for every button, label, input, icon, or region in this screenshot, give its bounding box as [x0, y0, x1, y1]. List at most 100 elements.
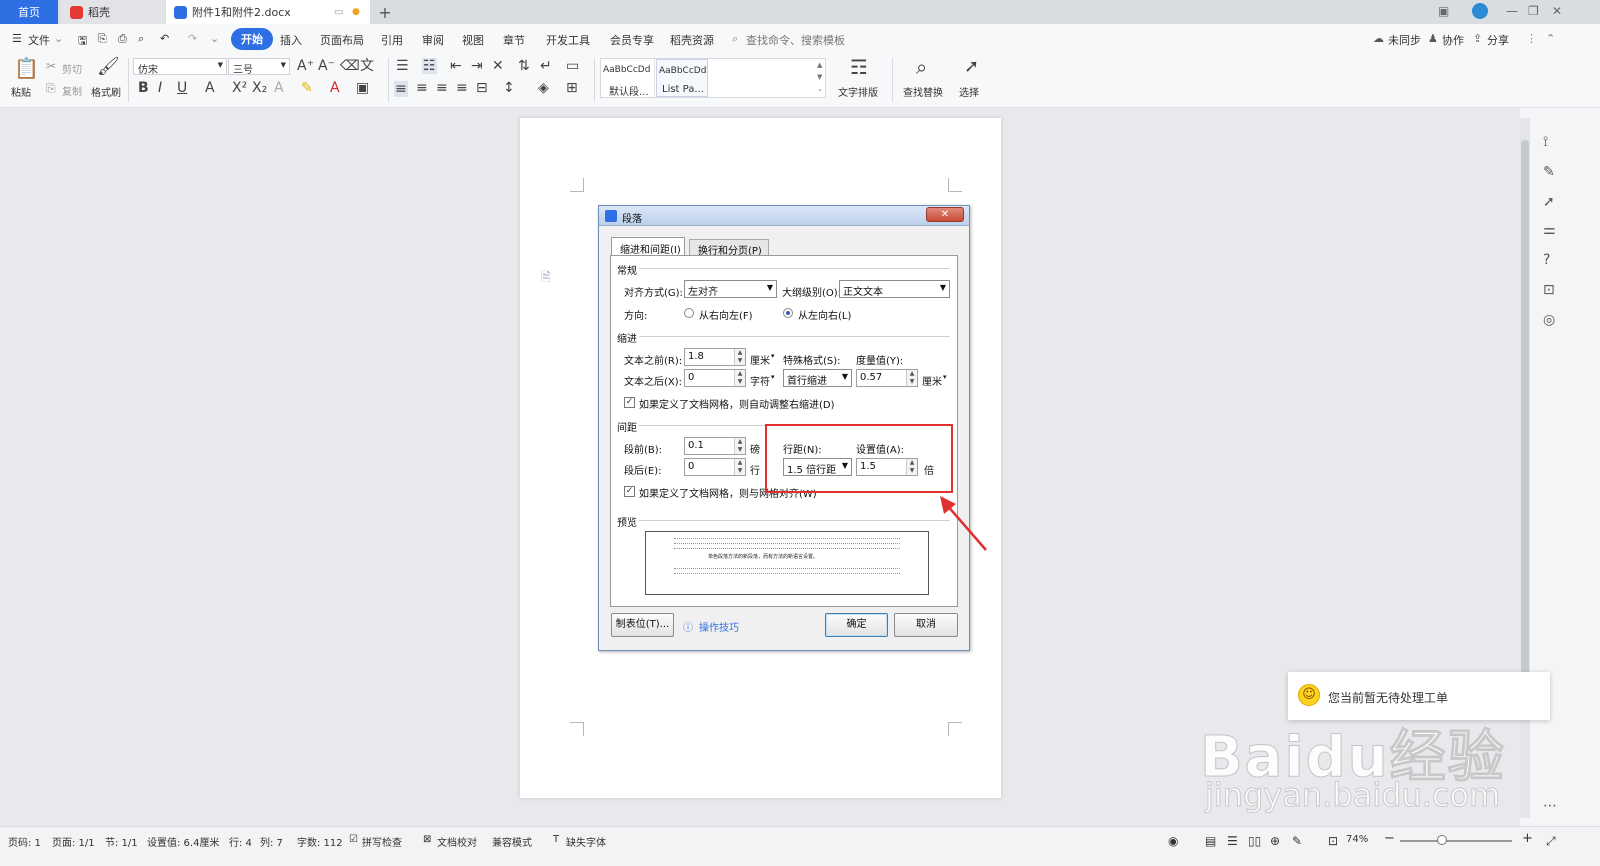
- before-text-input[interactable]: 1.8 ▲ ▼: [684, 348, 746, 366]
- menu-member[interactable]: 会员专享: [610, 32, 654, 48]
- format-painter-icon[interactable]: 🖌: [97, 58, 120, 76]
- sidebar-backup-icon[interactable]: ⊡: [1543, 282, 1555, 298]
- font-color-icon[interactable]: A: [330, 81, 340, 95]
- text-layout-icon[interactable]: ☶: [850, 57, 868, 77]
- zoom-in-icon[interactable]: +: [1522, 831, 1533, 846]
- paste-button[interactable]: 粘贴: [11, 84, 31, 99]
- zoom-out-icon[interactable]: −: [1384, 831, 1395, 846]
- ok-button[interactable]: 确定: [825, 613, 888, 637]
- align-right-icon[interactable]: ≡: [436, 81, 448, 95]
- font-name-select[interactable]: 仿宋 ▼: [133, 58, 227, 76]
- status-pages[interactable]: 页面: 1/1: [52, 834, 95, 849]
- sidebar-pen-icon[interactable]: ✎: [1543, 164, 1555, 180]
- sync-status[interactable]: 未同步: [1388, 32, 1421, 48]
- cut-icon[interactable]: ✂: [46, 59, 56, 73]
- doc-proof-button[interactable]: 文档校对: [437, 834, 477, 849]
- ltr-radio[interactable]: [783, 308, 793, 318]
- read-view-icon[interactable]: ▯▯: [1248, 834, 1261, 848]
- before-text-unit[interactable]: 厘米: [750, 352, 770, 367]
- command-search-input[interactable]: 查找命令、搜索模板: [746, 32, 845, 48]
- menu-reference[interactable]: 引用: [381, 32, 403, 48]
- shrink-font-icon[interactable]: A⁻: [318, 59, 335, 73]
- tabs-button[interactable]: 制表位(T)...: [611, 613, 674, 637]
- print-icon[interactable]: ⎙: [118, 32, 127, 46]
- tab-line-page-break[interactable]: 换行和分页(P): [689, 239, 769, 257]
- decrease-indent-icon[interactable]: ⇤: [450, 59, 462, 73]
- copy-icon[interactable]: ⎘: [46, 81, 56, 95]
- sidebar-location-icon[interactable]: ◎: [1543, 312, 1555, 328]
- status-col[interactable]: 列: 7: [260, 834, 283, 849]
- web-view-icon[interactable]: ⊕: [1270, 834, 1280, 848]
- shading-icon[interactable]: ◈: [538, 81, 549, 95]
- undo-icon[interactable]: ↶: [160, 32, 169, 45]
- justify-icon[interactable]: ≡: [456, 81, 468, 95]
- line-spacing-icon[interactable]: ↕: [503, 81, 515, 95]
- measure-unit[interactable]: 厘米: [922, 373, 942, 388]
- unit-dropdown-icon[interactable]: ▾: [943, 373, 947, 381]
- borders-icon[interactable]: ⊞: [566, 81, 578, 95]
- style-default[interactable]: AaBbCcDd 默认段...: [601, 59, 655, 98]
- before-paragraph-unit[interactable]: 磅: [750, 441, 760, 456]
- zoom-level[interactable]: 74%: [1346, 834, 1368, 845]
- customize-icon[interactable]: ⌄: [210, 32, 219, 45]
- tab-home[interactable]: 首页: [0, 0, 58, 24]
- scrollbar-thumb[interactable]: [1521, 140, 1529, 680]
- redo-icon[interactable]: ↷: [188, 32, 197, 45]
- minimize-icon[interactable]: —: [1506, 4, 1518, 18]
- grow-font-icon[interactable]: A⁺: [297, 59, 314, 73]
- status-section[interactable]: 节: 1/1: [105, 834, 138, 849]
- menu-insert[interactable]: 插入: [280, 32, 302, 48]
- restore-icon[interactable]: ❐: [1528, 4, 1539, 18]
- superscript-icon[interactable]: X²: [232, 81, 247, 95]
- zoom-slider-track[interactable]: [1400, 840, 1512, 842]
- monitor-icon[interactable]: ▭: [334, 7, 343, 18]
- save-icon[interactable]: 🖫: [78, 32, 87, 51]
- spinner-arrows-icon[interactable]: ▲ ▼: [734, 459, 745, 475]
- menu-page-layout[interactable]: 页面布局: [320, 32, 364, 48]
- highlight-icon[interactable]: ✎: [301, 81, 313, 95]
- gallery-more-icon[interactable]: ⌄: [817, 85, 823, 93]
- text-layout-button[interactable]: 文字排版: [838, 84, 878, 99]
- eye-protect-icon[interactable]: ◉: [1168, 834, 1178, 848]
- status-page-number[interactable]: 页码: 1: [8, 834, 41, 849]
- close-window-icon[interactable]: ✕: [1552, 4, 1562, 18]
- show-marks-icon[interactable]: ↵: [540, 59, 552, 73]
- after-text-input[interactable]: 0 ▲ ▼: [684, 369, 746, 387]
- hamburger-icon[interactable]: ☰: [12, 32, 22, 45]
- tab-indent-spacing[interactable]: 缩进和间距(I): [611, 237, 685, 256]
- align-center-icon[interactable]: ≡: [416, 81, 428, 95]
- dialog-close-button[interactable]: ✕: [926, 207, 964, 222]
- tab-daoke[interactable]: 稻壳: [60, 0, 165, 24]
- fullscreen-icon[interactable]: ⤢: [1546, 834, 1556, 849]
- sidebar-cursor-icon[interactable]: ➚: [1543, 194, 1555, 210]
- clear-format-icon[interactable]: ⌫: [340, 59, 360, 73]
- phonetic-icon[interactable]: 文: [360, 59, 374, 73]
- write-view-icon[interactable]: ✎: [1292, 834, 1302, 848]
- outline-view-icon[interactable]: ☰: [1227, 834, 1238, 848]
- strikethrough-icon[interactable]: A: [205, 81, 215, 95]
- paste-icon[interactable]: 📋: [14, 58, 39, 78]
- spell-check-button[interactable]: 拼写检查: [362, 834, 402, 849]
- page-view-icon[interactable]: ▤: [1205, 834, 1216, 848]
- chinese-layout-icon[interactable]: ✕: [492, 59, 504, 73]
- dialog-titlebar[interactable]: 段落 ✕: [599, 206, 969, 226]
- alignment-select[interactable]: 左对齐 ▼: [684, 280, 777, 298]
- after-paragraph-input[interactable]: 0 ▲ ▼: [684, 458, 746, 476]
- user-avatar[interactable]: [1472, 3, 1488, 19]
- find-replace-button[interactable]: 查找替换: [903, 84, 943, 99]
- spinner-arrows-icon[interactable]: ▲ ▼: [734, 370, 745, 386]
- after-paragraph-unit[interactable]: 行: [750, 462, 760, 477]
- more-icon[interactable]: ⋮: [1526, 32, 1537, 45]
- new-tab-button[interactable]: +: [374, 0, 396, 24]
- collab-button[interactable]: 协作: [1442, 32, 1464, 48]
- rtl-radio[interactable]: [684, 308, 694, 318]
- print-preview-icon[interactable]: ⌕: [138, 32, 144, 46]
- special-format-select[interactable]: 首行缩进 ▼: [783, 369, 852, 387]
- spinner-arrows-icon[interactable]: ▲ ▼: [734, 349, 745, 365]
- copy-button[interactable]: 复制: [62, 83, 82, 98]
- collapse-ribbon-icon[interactable]: ⌃: [1546, 32, 1555, 45]
- share-button[interactable]: 分享: [1487, 32, 1509, 48]
- unit-dropdown-icon[interactable]: ▾: [771, 373, 775, 381]
- tips-link[interactable]: 操作技巧: [699, 619, 739, 634]
- text-effect-icon[interactable]: A: [274, 81, 284, 95]
